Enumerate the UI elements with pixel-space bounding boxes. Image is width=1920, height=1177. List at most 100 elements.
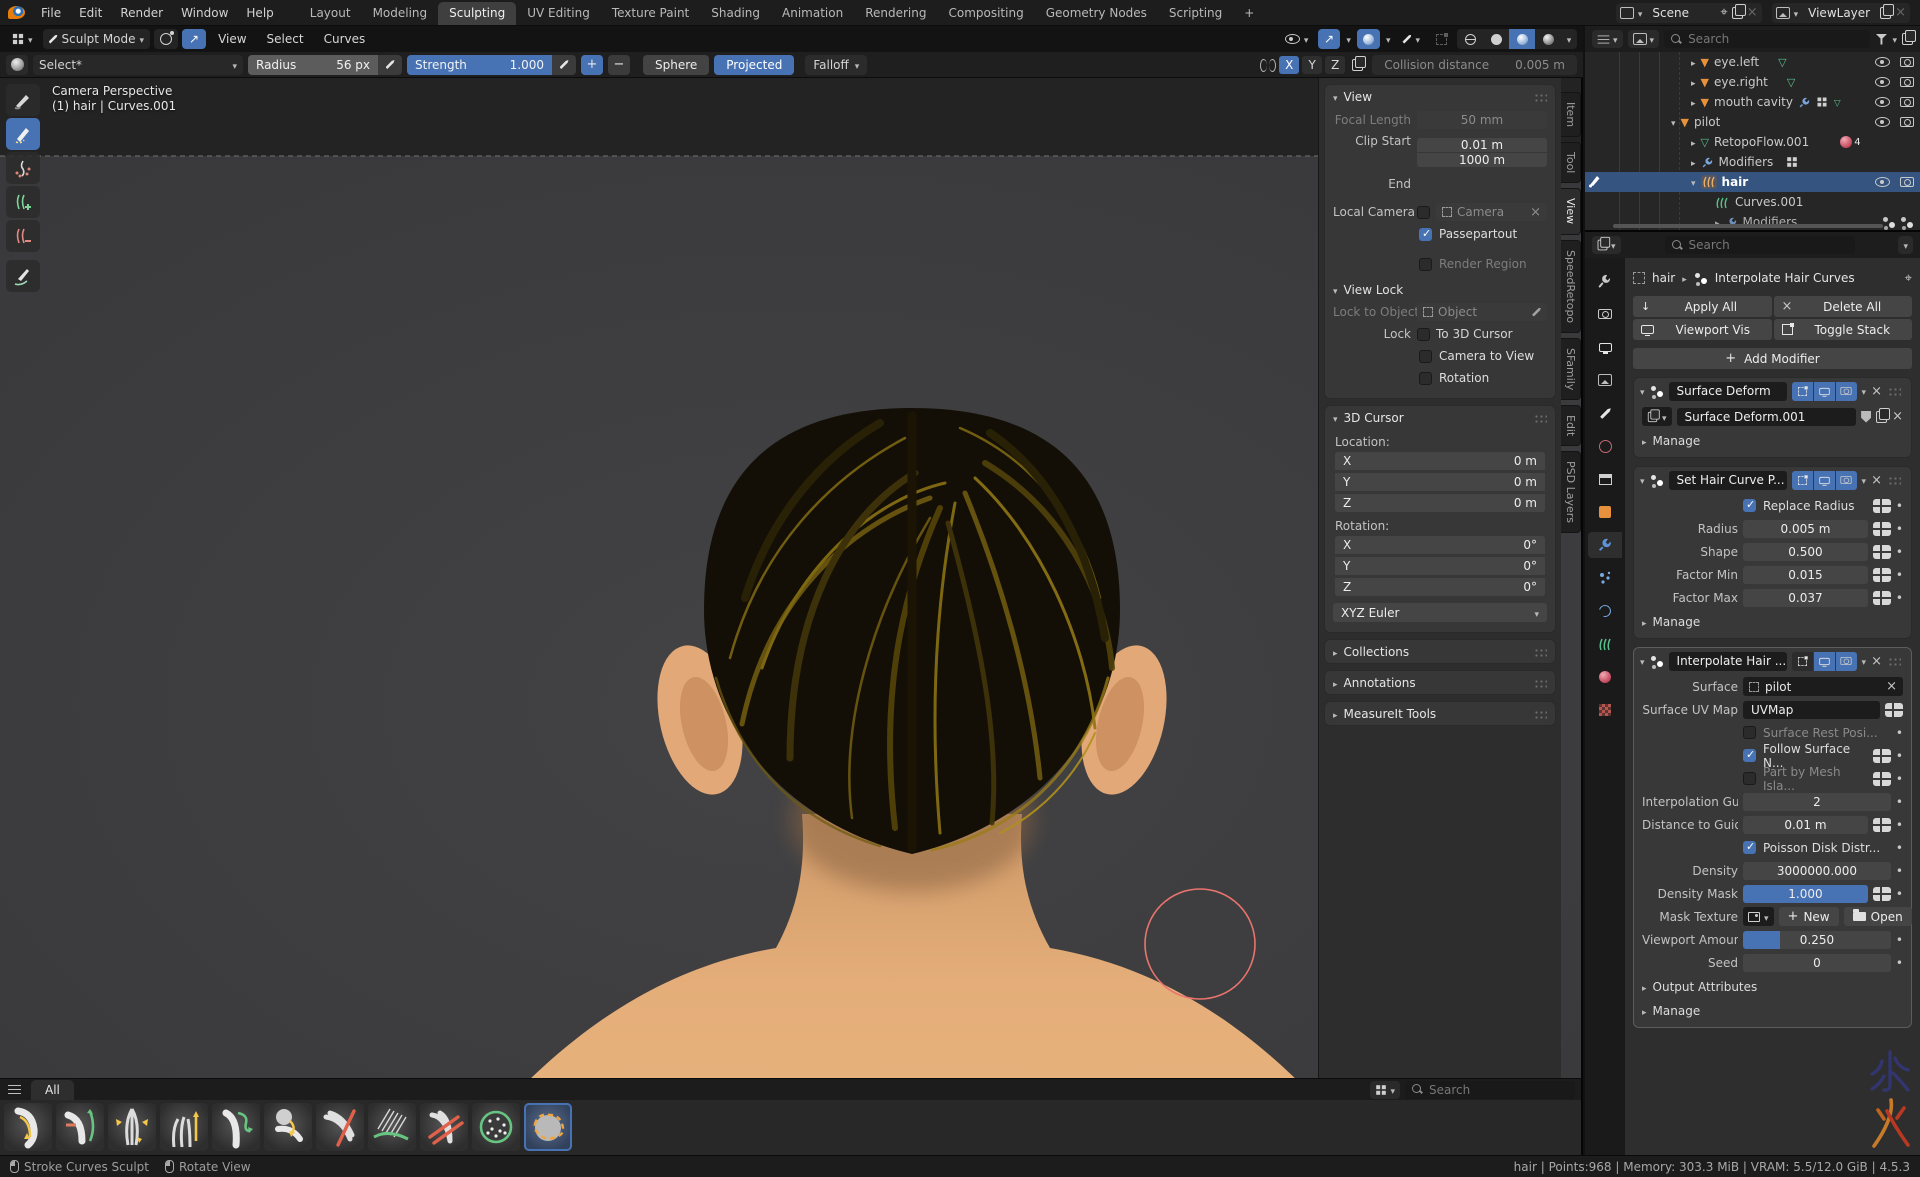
shading-material-button[interactable]	[1509, 29, 1535, 49]
sidebar-tab-psd-layers[interactable]: PSD Layers	[1561, 451, 1581, 533]
modifier-name-field[interactable]: Set Hair Curve P...	[1669, 471, 1787, 490]
drag-grip[interactable]	[1887, 656, 1901, 666]
view-lock-subpanel-header[interactable]: View Lock	[1333, 280, 1547, 300]
outliner-row-curves-001[interactable]: Curves.001	[1585, 192, 1920, 212]
brush-curl[interactable]	[212, 1103, 260, 1151]
factor-max-field[interactable]: 0.037	[1743, 589, 1868, 607]
clear-icon[interactable]	[1530, 205, 1541, 220]
edit-mode-toggle[interactable]	[1792, 652, 1813, 671]
lock-rotation-checkbox[interactable]	[1419, 372, 1432, 385]
animate-dot[interactable]	[1896, 956, 1903, 970]
workspace-tab-scripting[interactable]: Scripting	[1158, 2, 1233, 25]
sidebar-tab-speedretopo[interactable]: SpeedRetopo	[1561, 240, 1581, 333]
modifier-header[interactable]: Interpolate Hair ...	[1634, 648, 1911, 674]
fake-user-icon[interactable]	[1861, 411, 1871, 423]
brush-pinch[interactable]	[108, 1103, 156, 1151]
modifier-header[interactable]: Surface Deform	[1634, 378, 1911, 404]
expand-icon[interactable]	[1691, 95, 1696, 109]
cursor-location-y-field[interactable]: Y0 m	[1335, 473, 1545, 491]
distance-to-guides-field[interactable]: 0.01 m	[1743, 816, 1868, 834]
attribute-toggle[interactable]	[1873, 772, 1891, 786]
workspace-tab-sculpting[interactable]: Sculpting	[438, 2, 516, 25]
attribute-toggle[interactable]	[1885, 703, 1903, 717]
outliner-display-mode-dropdown[interactable]	[1592, 30, 1623, 48]
add-workspace-button[interactable]: +	[1233, 2, 1265, 25]
annotations-panel-header[interactable]: Annotations	[1325, 671, 1555, 694]
drag-grip[interactable]	[1887, 386, 1901, 396]
animate-dot[interactable]	[1896, 749, 1903, 763]
expand-icon[interactable]	[1691, 75, 1696, 89]
attribute-toggle[interactable]	[1873, 887, 1891, 901]
strength-pressure-toggle[interactable]	[552, 55, 576, 75]
seed-field[interactable]: 0	[1743, 954, 1891, 972]
density-mask-slider[interactable]: 1.000	[1743, 885, 1868, 903]
modifier-header[interactable]: Set Hair Curve P...	[1634, 467, 1911, 493]
collections-panel-header[interactable]: Collections	[1325, 640, 1555, 663]
overlays-dropdown[interactable]	[1384, 29, 1393, 49]
outliner-row-eye-right[interactable]: eye.right	[1585, 72, 1920, 92]
workspace-tab-modeling[interactable]: Modeling	[362, 2, 439, 25]
clear-icon[interactable]	[1886, 679, 1897, 694]
mask-texture-type-button[interactable]	[1743, 907, 1774, 926]
workspace-tab-geometry-nodes[interactable]: Geometry Nodes	[1035, 2, 1158, 25]
falloff-shape-projected-button[interactable]: Projected	[714, 55, 794, 75]
shading-solid-button[interactable]	[1483, 29, 1509, 49]
realtime-toggle[interactable]	[1814, 382, 1835, 401]
part-by-mesh-islands-checkbox[interactable]	[1743, 772, 1756, 785]
curve-falloff-toggle[interactable]	[154, 29, 178, 49]
render-toggle[interactable]	[1836, 382, 1857, 401]
brush-length[interactable]	[160, 1103, 208, 1151]
output-attributes-subpanel[interactable]: Output Attributes	[1642, 976, 1903, 997]
node-group-name-field[interactable]: Surface Deform.001	[1677, 408, 1857, 426]
lock-to-3d-cursor-checkbox[interactable]	[1417, 328, 1430, 341]
brush-preview-button[interactable]	[6, 55, 28, 75]
symmetry-x-toggle[interactable]: X	[1279, 56, 1299, 74]
delete-all-button[interactable]: Delete All	[1774, 296, 1913, 317]
tab-scene[interactable]	[1588, 400, 1622, 426]
new-scene-icon[interactable]	[1732, 7, 1743, 19]
outliner-scrollbar[interactable]	[1613, 224, 1883, 228]
render-toggle[interactable]	[1836, 652, 1857, 671]
realtime-toggle[interactable]	[1814, 471, 1835, 490]
shape-field[interactable]: 0.500	[1743, 543, 1868, 561]
new-texture-button[interactable]: New	[1779, 907, 1839, 926]
hide-viewport-toggle[interactable]	[1875, 57, 1890, 67]
shelf-menu-icon[interactable]	[8, 1085, 21, 1094]
factor-min-field[interactable]: 0.015	[1743, 566, 1868, 584]
sidebar-tab-view[interactable]: View	[1561, 188, 1581, 234]
menu-file[interactable]: File	[32, 6, 70, 20]
delete-modifier-icon[interactable]	[1871, 473, 1882, 488]
view-panel-header[interactable]: View	[1325, 85, 1555, 108]
replace-radius-checkbox[interactable]	[1743, 499, 1756, 512]
workspace-tab-texture-paint[interactable]: Texture Paint	[601, 2, 700, 25]
node-group-type-button[interactable]	[1642, 407, 1672, 426]
panel-drag-grip[interactable]	[1533, 413, 1547, 423]
outliner-row-hair[interactable]: hair	[1585, 172, 1920, 192]
lock-to-object-field[interactable]: Object	[1417, 303, 1547, 321]
tab-collection[interactable]	[1588, 466, 1622, 492]
camera-to-view-checkbox[interactable]	[1419, 350, 1432, 363]
animate-dot[interactable]	[1896, 795, 1903, 809]
symmetry-y-toggle[interactable]: Y	[1302, 56, 1322, 74]
animate-dot[interactable]	[1896, 591, 1903, 605]
viewport-amount-slider[interactable]: 0.250	[1743, 931, 1891, 949]
animate-dot[interactable]	[1896, 887, 1903, 901]
cursor-location-z-field[interactable]: Z0 m	[1335, 494, 1545, 512]
drag-grip[interactable]	[1887, 475, 1901, 485]
collapse-icon[interactable]	[1691, 175, 1696, 189]
tool-paint-selection[interactable]	[6, 84, 40, 116]
menu-edit[interactable]: Edit	[70, 6, 111, 20]
apply-all-button[interactable]: ↓Apply All	[1633, 296, 1772, 317]
menu-select[interactable]: Select	[259, 32, 312, 46]
cursor-location-x-field[interactable]: X0 m	[1335, 452, 1545, 470]
menu-render[interactable]: Render	[111, 6, 172, 20]
outliner-row-modifiers-hair[interactable]: Modifiers	[1585, 212, 1920, 232]
breadcrumb-object[interactable]: hair	[1652, 271, 1675, 285]
manage-subpanel[interactable]: Manage	[1642, 611, 1903, 632]
object-visibility-dropdown[interactable]	[1279, 29, 1315, 49]
brush-density-points[interactable]	[472, 1103, 520, 1151]
shelf-search-input[interactable]	[1429, 1083, 1568, 1097]
render-region-checkbox[interactable]	[1419, 258, 1432, 271]
viewport-vis-button[interactable]: Viewport Vis	[1633, 319, 1772, 340]
attribute-toggle[interactable]	[1873, 499, 1891, 513]
